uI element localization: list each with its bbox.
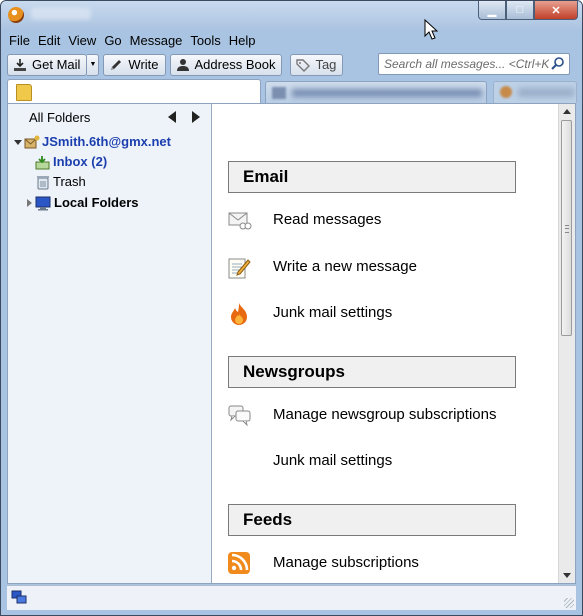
folder-tree-trash[interactable]: Trash <box>8 172 211 192</box>
action-label[interactable]: Write a new message <box>273 258 417 275</box>
get-mail-label: Get Mail <box>32 57 81 72</box>
menu-message[interactable]: Message <box>126 32 187 50</box>
twisty-expanded-icon[interactable] <box>14 140 22 145</box>
previous-view-arrow-icon[interactable] <box>168 111 176 123</box>
minimize-glyph: ▁ <box>487 4 497 17</box>
account-label: JSmith.6th@gmx.net <box>42 134 171 149</box>
action-label[interactable]: Read messages <box>273 211 381 228</box>
folder-pane: All Folders JSmith.6th@gmx.net Inbox (2) <box>8 104 212 583</box>
trash-label: Trash <box>53 174 86 189</box>
action-read-messages[interactable]: Read messages <box>228 207 528 233</box>
window-title-blurred <box>31 8 91 20</box>
thunderbird-app-icon[interactable] <box>8 7 24 23</box>
action-label[interactable]: Manage newsgroup subscriptions <box>273 406 496 423</box>
menu-edit[interactable]: Edit <box>34 32 64 50</box>
menu-help[interactable]: Help <box>225 32 260 50</box>
action-label[interactable]: Junk mail settings <box>273 304 392 321</box>
tab-folders[interactable] <box>7 79 261 103</box>
inbox-label: Inbox (2) <box>53 154 108 169</box>
close-glyph: ✕ <box>551 4 561 17</box>
folder-pane-header: All Folders <box>8 104 211 130</box>
menu-bar: File Edit View Go Message Tools Help <box>7 32 576 50</box>
tab-strip <box>7 79 577 103</box>
menu-go[interactable]: Go <box>100 32 125 50</box>
newsgroup-icon <box>228 404 251 427</box>
scrollbar-grip <box>565 225 569 233</box>
action-label[interactable]: Manage subscriptions <box>273 554 419 571</box>
envelope-icon <box>228 209 252 231</box>
tag-icon <box>296 58 311 72</box>
tab-favicon-blurred <box>272 87 286 99</box>
search-box[interactable] <box>378 53 570 75</box>
account-central-pane: Email Read messages Write a new message … <box>212 104 560 583</box>
get-mail-dropdown-button[interactable]: ▼ <box>87 53 100 76</box>
tab-title-blurred <box>292 89 482 97</box>
contact-person-icon <box>176 58 190 72</box>
window-controls: ▁ □ ✕ <box>478 1 578 21</box>
folder-tree-account[interactable]: JSmith.6th@gmx.net <box>8 132 211 152</box>
write-label: Write <box>128 57 159 72</box>
maximize-glyph: □ <box>516 4 524 16</box>
rss-icon <box>228 552 250 574</box>
search-input[interactable] <box>379 57 549 71</box>
folder-pane-title: All Folders <box>29 110 91 125</box>
scroll-down-arrow-icon[interactable] <box>563 573 571 578</box>
get-mail-button[interactable]: Get Mail <box>7 53 88 76</box>
folder-tree-local-folders[interactable]: Local Folders <box>8 193 211 213</box>
local-folders-label: Local Folders <box>54 195 139 210</box>
download-icon <box>13 58 27 72</box>
resize-grip[interactable] <box>564 598 574 608</box>
tag-button[interactable]: Tag <box>290 53 344 76</box>
main-toolbar: Get Mail ▼ Write Address Book Tag <box>7 52 576 77</box>
tab-account-setup[interactable] <box>265 81 487 103</box>
app-window: ▁ □ ✕ File Edit View Go Message Tools He… <box>0 0 583 616</box>
chevron-down-icon: ▼ <box>89 61 97 68</box>
online-status-icon[interactable] <box>11 589 27 605</box>
computer-icon <box>35 196 51 211</box>
inbox-icon <box>35 155 50 170</box>
account-icon <box>24 135 40 149</box>
minimize-button[interactable]: ▁ <box>478 1 506 20</box>
vertical-scrollbar[interactable] <box>558 104 575 583</box>
section-header-email: Email <box>228 161 516 193</box>
junk-flame-icon <box>228 302 250 325</box>
action-manage-newsgroups[interactable]: Manage newsgroup subscriptions <box>228 402 528 428</box>
section-header-feeds: Feeds <box>228 504 516 536</box>
twisty-collapsed-icon[interactable] <box>27 199 32 207</box>
title-bar[interactable]: ▁ □ ✕ <box>1 1 582 31</box>
tag-label: Tag <box>315 57 337 72</box>
address-book-label: Address Book <box>194 57 276 72</box>
menu-view[interactable]: View <box>64 32 100 50</box>
menu-tools[interactable]: Tools <box>186 32 224 50</box>
scrollbar-thumb[interactable] <box>561 120 572 336</box>
search-icon[interactable] <box>549 55 567 73</box>
action-label[interactable]: Junk mail settings <box>273 452 392 469</box>
next-view-arrow-icon[interactable] <box>192 111 200 123</box>
menu-file[interactable]: File <box>7 32 34 50</box>
write-button[interactable]: Write <box>103 53 166 76</box>
action-junk-settings[interactable]: Junk mail settings <box>228 300 528 326</box>
pencil-icon <box>109 58 123 72</box>
folder-tree-inbox[interactable]: Inbox (2) <box>8 152 211 172</box>
action-manage-feeds[interactable]: Manage subscriptions <box>228 550 528 576</box>
maximize-button[interactable]: □ <box>506 1 534 20</box>
tab-title-blurred <box>518 88 574 97</box>
compose-icon <box>228 256 251 279</box>
tab-third[interactable] <box>493 81 577 103</box>
section-header-newsgroups: Newsgroups <box>228 356 516 388</box>
action-write-message[interactable]: Write a new message <box>228 254 528 280</box>
address-book-button[interactable]: Address Book <box>169 53 283 76</box>
tab-favicon-blurred <box>500 86 512 98</box>
action-newsgroup-junk-settings[interactable]: Junk mail settings <box>228 448 528 474</box>
content-area: All Folders JSmith.6th@gmx.net Inbox (2) <box>7 103 576 584</box>
folder-icon <box>16 84 32 101</box>
scroll-up-arrow-icon[interactable] <box>563 109 571 114</box>
close-button[interactable]: ✕ <box>534 1 578 20</box>
status-bar <box>7 585 576 610</box>
trash-icon <box>35 175 50 190</box>
